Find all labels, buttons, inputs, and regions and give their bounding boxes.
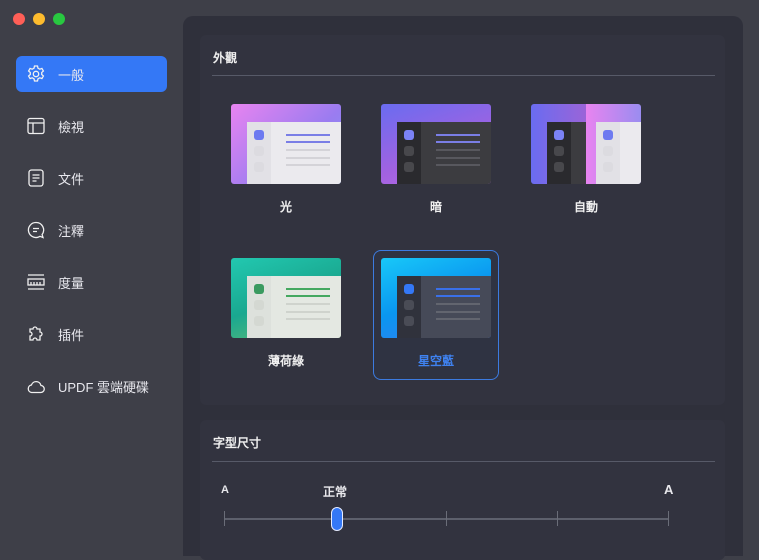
section-title: 字型尺寸: [213, 436, 262, 450]
divider: [212, 75, 715, 76]
sidebar-item-label: 一般: [58, 67, 85, 83]
sidebar-item-view[interactable]: 檢視: [16, 108, 167, 144]
theme-label: 光: [279, 200, 292, 214]
sidebar-item-document[interactable]: 文件: [16, 160, 167, 196]
slider-tick: [668, 511, 669, 526]
puzzle-icon: [29, 326, 43, 341]
slider-tick: [557, 511, 558, 526]
theme-label: 薄荷綠: [267, 354, 304, 368]
gear-icon: [27, 65, 45, 82]
theme-mint[interactable]: 薄荷綠: [223, 250, 349, 380]
sidebar-item-label: 注釋: [58, 223, 85, 239]
theme-preview: [231, 104, 341, 184]
theme-preview: [231, 258, 341, 338]
slider-thumb[interactable]: [331, 507, 343, 531]
zoom-button[interactable]: [53, 13, 65, 25]
sidebar-item-label: 文件: [58, 171, 85, 187]
theme-light[interactable]: 光: [223, 96, 349, 226]
ruler-icon: [27, 274, 45, 290]
theme-preview: [381, 258, 491, 338]
sidebar-item-general[interactable]: 一般: [16, 56, 167, 92]
sidebar-item-annotation[interactable]: 注釋: [16, 212, 167, 248]
cloud-icon: [27, 381, 45, 394]
theme-auto[interactable]: 自動: [523, 96, 649, 226]
sidebar-item-cloud[interactable]: UPDF 雲端硬碟: [16, 368, 167, 404]
theme-label: 暗: [429, 200, 442, 214]
sidebar-item-measure[interactable]: 度量: [16, 264, 167, 300]
theme-starry-blue[interactable]: 星空藍: [373, 250, 499, 380]
theme-label: 自動: [573, 200, 598, 214]
sidebar-item-label: 檢視: [58, 119, 85, 135]
sidebar-item-plugins[interactable]: 插件: [16, 316, 167, 352]
theme-dark[interactable]: 暗: [373, 96, 499, 226]
current-size-label: 正常: [323, 485, 348, 499]
font-size-section: 字型尺寸: [200, 420, 725, 560]
slider-tick: [446, 511, 447, 526]
font-size-slider[interactable]: [225, 518, 669, 520]
sidebar-item-label: 插件: [58, 327, 85, 343]
minimize-button[interactable]: [33, 13, 45, 25]
section-title: 外觀: [213, 51, 238, 65]
comment-icon: [27, 221, 45, 239]
small-font-label: A: [221, 484, 229, 496]
sidebar-item-label: 度量: [58, 275, 85, 291]
theme-preview: [381, 104, 491, 184]
theme-label: 星空藍: [417, 354, 454, 368]
layout-icon: [27, 117, 45, 135]
sidebar-item-label: UPDF 雲端硬碟: [58, 379, 150, 395]
document-icon: [28, 169, 44, 187]
large-font-label: A: [664, 482, 674, 497]
theme-preview: [531, 104, 641, 184]
divider: [212, 461, 715, 462]
close-button[interactable]: [13, 13, 25, 25]
slider-tick: [224, 511, 225, 526]
